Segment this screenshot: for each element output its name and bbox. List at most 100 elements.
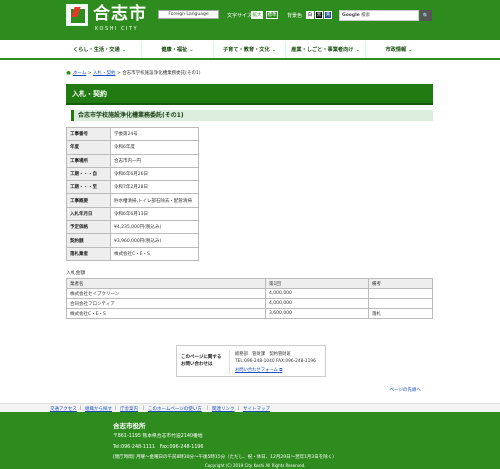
nav-item-city-info[interactable]: 市政情報 ⌄	[366, 42, 432, 58]
bid-amount-label: 入札金額	[66, 271, 86, 276]
bid-amount: 3,600,000	[265, 308, 369, 319]
global-nav: くらし・生活・交通 ⌄ 健康・福祉 ⌄ 子育て・教育・文化 ⌄ 産業・しごと・事業者向…	[0, 40, 500, 60]
table-row: 株式会社C・E・S 3,600,000 落札	[66, 308, 433, 319]
search-input[interactable]: Google 検索	[339, 10, 419, 21]
table-header-row: 業者名 第1回 備考	[66, 278, 433, 289]
search-icon: 🔍	[422, 13, 430, 19]
table-row: 入札年月日 令和6年6月13日	[66, 206, 199, 222]
info-value: 令和6年6月26日	[110, 166, 199, 182]
info-value: 令和6年度	[110, 140, 199, 155]
footer-tel: Tel:096-248-1111 Fax:096-248-1196	[113, 445, 204, 450]
nav-item-childcare[interactable]: 子育て・教育・文化 ⌄	[214, 42, 286, 58]
table-row: 工期・・・至 令和7年2月28日	[66, 180, 199, 195]
contact-form-link[interactable]: お問い合わせフォーム ⧉	[235, 367, 282, 373]
breadcrumb-current: 合志市学校施設浄化槽業務委託(その1)	[122, 71, 201, 76]
breadcrumb-separator: >	[87, 71, 92, 76]
font-large-button[interactable]: 拡大	[251, 11, 263, 19]
table-row: 工事番号 学委第24号	[66, 126, 199, 142]
foreign-language-button[interactable]: Foreign Language	[158, 10, 219, 19]
external-link-icon: ⧉	[279, 368, 283, 373]
info-label: 入札年月日	[66, 206, 111, 222]
table-row: 工事概要 貯水槽清掃,トイレ部石除去・配管清掃	[66, 193, 199, 208]
table-row: 工期・・・自 令和6年6月26日	[66, 166, 199, 182]
breadcrumb-separator: >	[116, 71, 121, 76]
contact-dept: 総務部 管財課 契約管財班	[235, 352, 291, 357]
info-label: 工期・・・至	[66, 180, 111, 195]
section-title: 合志市学校施設浄化槽業務委託(その1)	[71, 110, 433, 121]
bid-name: 株式会社セイブクリーン	[66, 288, 266, 299]
breadcrumb-parent[interactable]: 入札・契約	[93, 71, 116, 76]
info-value: 株式会社C・E・S	[110, 246, 199, 261]
table-row: 工事場所 合志市内一円	[66, 153, 199, 168]
chevron-down-icon: ⌄	[121, 47, 127, 53]
chevron-down-icon: ⌄	[271, 47, 277, 53]
copyright: Copyright (C) 2019 City Koshi All Rights…	[205, 463, 306, 468]
bid-note	[368, 288, 433, 299]
page-title: 入札・契約	[66, 84, 433, 105]
breadcrumb-home[interactable]: ホーム	[73, 71, 86, 76]
info-value: ¥4,235,000円(税込み)	[110, 220, 199, 235]
footer-links: 交通アクセス | 組織から探す | 庁舎案内 | このホームページの使い方 | …	[0, 403, 500, 412]
site-footer: 合志市役所 〒861-1195 熊本県合志市竹迫2140番地 Tel:096-2…	[0, 412, 500, 469]
contact-box: このページに関するお問い合わせは 総務部 管財課 契約管財班 TEL:096-2…	[176, 345, 326, 377]
info-label: 工事場所	[66, 153, 111, 168]
bg-white-button[interactable]: 白	[306, 11, 314, 19]
table-row: 合同会社フロンティア 4,000,000	[66, 298, 433, 309]
chevron-down-icon: ⌄	[189, 47, 194, 53]
info-label: 落札業者	[66, 246, 111, 261]
font-size-label: 文字サイズ	[227, 13, 252, 19]
info-value: 合志市内一円	[110, 153, 199, 168]
home-icon	[66, 70, 71, 75]
info-label: 工事概要	[66, 193, 111, 208]
table-header: 備考	[368, 278, 433, 289]
info-value: 学委第24号	[110, 126, 199, 142]
site-subtitle: KOSHI CITY	[95, 26, 139, 32]
chevron-down-icon: ⌄	[408, 47, 413, 53]
footer-address: 〒861-1195 熊本県合志市竹迫2140番地	[113, 434, 203, 439]
table-row: 予定価格 ¥4,235,000円(税込み)	[66, 220, 199, 235]
bid-name: 合同会社フロンティア	[66, 298, 266, 309]
breadcrumb: ホーム > 入札・契約 > 合志市学校施設浄化槽業務委託(その1)	[66, 70, 201, 76]
info-label: 契約額	[66, 233, 111, 248]
nav-item-industry[interactable]: 産業・しごと・事業者向け ⌄	[286, 42, 366, 58]
bg-blue-button[interactable]: 青	[324, 11, 332, 19]
google-brand: Google	[342, 13, 360, 18]
info-value: 令和6年6月13日	[110, 206, 199, 222]
info-value: 令和7年2月28日	[110, 180, 199, 195]
footer-hours: [閉庁時間] 月曜〜金曜日の午前8時30分〜午後5時15分（ただし、祝・休日、1…	[113, 455, 337, 460]
info-label: 工事番号	[66, 126, 111, 142]
contract-info-table: 工事番号 学委第24号 年度 令和6年度 工事場所 合志市内一円 工期・・・自 令和6年6月2…	[66, 126, 199, 261]
bid-amount: 4,000,000	[265, 288, 369, 299]
table-header: 第1回	[265, 278, 369, 289]
table-row: 年度 令和6年度	[66, 140, 199, 155]
table-row: 株式会社セイブクリーン 4,000,000	[66, 288, 433, 299]
font-standard-button[interactable]: 標準	[266, 11, 278, 19]
bg-color-label: 背景色	[287, 13, 303, 19]
table-header: 業者名	[66, 278, 266, 289]
footer-org: 合志市役所	[113, 422, 146, 430]
contact-tel: TEL:096-248-1040 FAX:096-248-1196	[235, 359, 316, 364]
contact-title: このページに関するお問い合わせは	[181, 355, 222, 367]
info-label: 年度	[66, 140, 111, 155]
nav-item-health[interactable]: 健康・福祉 ⌄	[142, 42, 214, 58]
info-label: 予定価格	[66, 220, 111, 235]
bid-note	[368, 298, 433, 309]
bg-black-button[interactable]: 黒	[315, 11, 323, 19]
info-value: 貯水槽清掃,トイレ部石除去・配管清掃	[110, 193, 199, 208]
search-button[interactable]: 🔍	[420, 10, 432, 21]
site-title[interactable]: 合志市	[93, 5, 147, 23]
bid-name: 株式会社C・E・S	[66, 308, 266, 319]
table-row: 落札業者 株式会社C・E・S	[66, 246, 199, 261]
back-to-top-link[interactable]: ＾ページの先頭へ	[385, 387, 421, 393]
info-value: ¥3,960,000円(税込み)	[110, 233, 199, 248]
bid-table: 業者名 第1回 備考 株式会社セイブクリーン 4,000,000 合同会社フロンティ…	[66, 278, 433, 319]
chevron-down-icon: ⌄	[355, 47, 360, 53]
city-logo-icon[interactable]	[66, 4, 88, 26]
table-row: 契約額 ¥3,960,000円(税込み)	[66, 233, 199, 248]
nav-item-life[interactable]: くらし・生活・交通 ⌄	[58, 42, 142, 58]
info-label: 工期・・・自	[66, 166, 111, 182]
bid-note: 落札	[368, 308, 433, 319]
site-header: 合志市 KOSHI CITY Foreign Language 文字サイズ 拡大…	[0, 0, 500, 40]
search-placeholder: 検索	[361, 13, 371, 18]
bid-amount: 4,000,000	[265, 298, 369, 309]
